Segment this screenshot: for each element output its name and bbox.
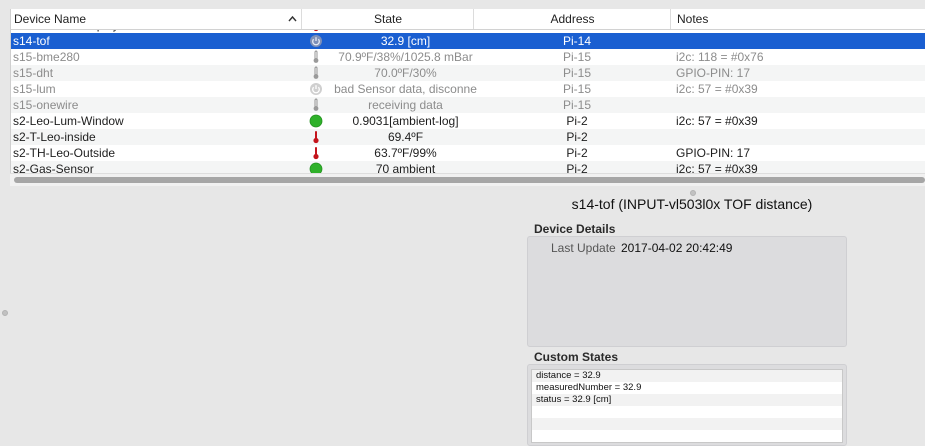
table-row[interactable]: s15-onewire receiving data Pi-15 [11,97,925,113]
custom-state-row: measuredNumber = 32.9 [536,382,642,393]
table-row[interactable]: s15-dht 70.0ºF/30% Pi-15 GPIO-PIN: 17 [11,65,925,81]
notes-cell [676,33,925,49]
notes-cell [676,97,925,113]
custom-state-row: status = 32.9 [cm] [532,394,842,406]
state-cell: bad Sensor data, disconne [334,82,477,96]
scrollbar-thumb[interactable] [14,177,925,183]
thermometer-red-icon [309,145,323,161]
state-cell: 69.4ºF [387,130,424,144]
device-detail-title: s14-tof (INPUT-vl503l0x TOF distance) [571,196,813,212]
notes-cell: i2c: 57 = #0x39 [676,114,758,128]
device-name-cell: s2-Leo-Lum-Window [13,114,124,128]
horizontal-scrollbar[interactable] [10,173,925,186]
device-name-cell: s2-Gas-Sensor [13,162,94,173]
address-cell: Pi-15 [562,66,591,80]
table-row[interactable]: s2-T-Leo-inside 69.4ºF Pi-2 [11,129,925,145]
thermometer-red-icon [309,129,323,145]
device-name-cell: s2-T-Leo-inside [13,130,96,144]
green-dot-icon [309,161,323,173]
device-name-cell: s2-TH-Leo-Outside [13,146,116,160]
state-cell: 0.9031[ambient-log] [352,114,459,128]
power-gray-icon [309,81,323,97]
address-cell: Pi-15 [562,98,591,112]
table-body: s14-bme --> display72.0ºF/32%/1004.5 mBa… [11,29,925,173]
table-row[interactable]: s15-lum bad Sensor data, disconne Pi-15 i2c… [11,81,925,97]
address-cell: Pi-15 [562,50,591,64]
last-update-value: 2017-04-02 20:42:49 [621,241,733,255]
device-name-cell: s15-lum [13,82,56,96]
sort-ascending-icon[interactable] [288,15,297,23]
column-header-device-name[interactable]: Device Name [14,9,294,29]
device-name-cell: s14-tof [13,34,50,48]
thermometer-gray-icon [309,97,323,113]
notes-cell: GPIO-PIN: 17 [676,146,751,160]
state-cell: 70 ambient [375,162,436,173]
device-details-heading: Device Details [534,222,616,236]
column-header-address[interactable]: Address [473,9,671,29]
custom-states-list[interactable]: distance = 32.9 measuredNumber = 32.9 st… [531,369,843,443]
custom-state-row [532,418,842,430]
state-cell: 70.0ºF/30% [374,66,437,80]
table-row[interactable]: s2-TH-Leo-Outside 63.7ºF/99% Pi-2 GPIO-PIN:… [11,145,925,161]
address-cell: Pi-14 [562,34,591,48]
table-row[interactable]: s2-Gas-Sensor 70 ambient Pi-2 i2c: 57 = #0x… [11,161,925,173]
column-header-state[interactable]: State [301,9,474,29]
power-icon [309,33,323,49]
notes-cell [676,129,925,145]
state-cell: 32.9 [cm] [380,34,431,48]
vertical-splitter-handle[interactable] [2,310,8,316]
last-update-label: Last Update [551,241,616,255]
address-cell: Pi-2 [566,146,588,160]
table-row[interactable]: s2-Leo-Lum-Window 0.9031[ambient-log] Pi-2… [11,113,925,129]
column-header-notes[interactable]: Notes [670,9,925,29]
device-name-cell: s15-dht [13,66,54,80]
custom-state-row [532,406,842,418]
device-name-cell: s15-bme280 [13,50,80,64]
device-name-cell: s15-onewire [13,98,79,112]
address-cell: Pi-2 [566,162,588,173]
address-cell: Pi-15 [562,82,591,96]
green-dot-icon [309,113,323,129]
state-cell: 70.9ºF/38%/1025.8 mBar [338,50,473,64]
custom-state-row: distance = 32.9 [532,370,842,382]
custom-states-heading: Custom States [534,350,619,364]
device-table[interactable]: Device Name State Address Notes s14-bme … [10,9,925,173]
notes-cell: i2c: 57 = #0x39 [676,162,758,173]
thermometer-gray-icon [309,49,323,65]
table-header: Device Name State Address Notes [11,9,925,30]
thermometer-gray-icon [309,65,323,81]
notes-cell: i2c: 118 = #0x76 [676,50,764,64]
custom-state-row [532,430,842,442]
address-cell: Pi-2 [566,130,588,144]
table-row[interactable]: s15-bme280 70.9ºF/38%/1025.8 mBar Pi-15 i2c… [11,49,925,65]
notes-cell: GPIO-PIN: 17 [676,66,751,80]
state-cell: receiving data [368,98,443,112]
table-row[interactable]: s14-tof 32.9 [cm] Pi-14 [11,33,925,49]
address-cell: Pi-2 [566,114,588,128]
state-cell: 63.7ºF/99% [374,146,437,160]
notes-cell: i2c: 57 = #0x39 [676,82,758,96]
